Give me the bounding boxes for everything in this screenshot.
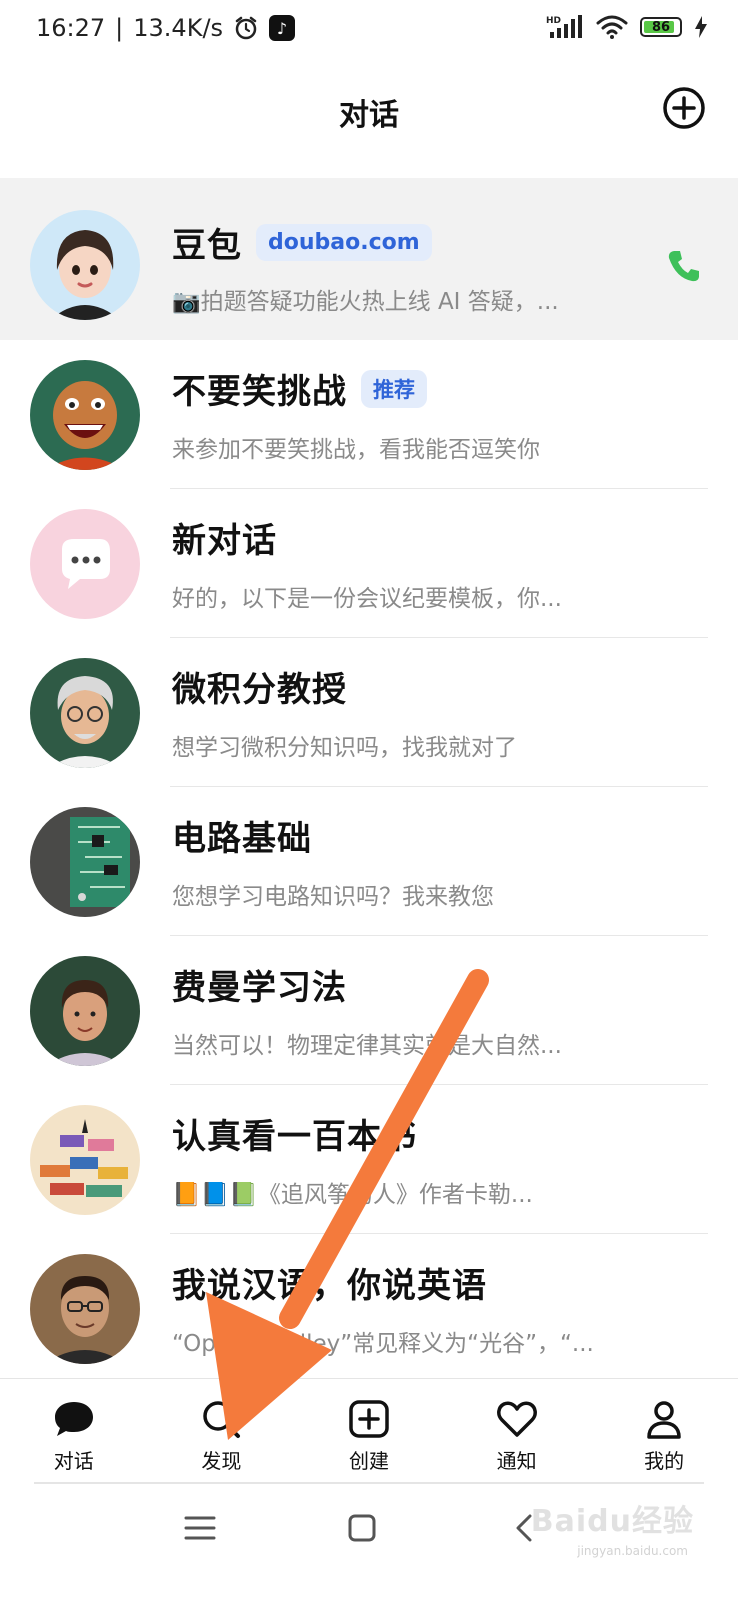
network-speed: 13.4K/s bbox=[133, 14, 224, 42]
header: 对话 bbox=[0, 64, 738, 176]
system-nav-bar: Baidu经验 jingyan.baidu.com bbox=[0, 1486, 738, 1600]
chat-row[interactable]: 不要笑挑战 推荐 来参加不要笑挑战，看我能否逗笑你 bbox=[0, 340, 738, 489]
girl-avatar bbox=[30, 210, 140, 320]
alarm-icon bbox=[235, 16, 257, 40]
circuit-board-avatar bbox=[30, 807, 140, 917]
name-line: 微积分教授 bbox=[172, 662, 347, 711]
chat-preview: 来参加不要笑挑战，看我能否逗笑你 bbox=[172, 437, 540, 463]
name-line: 电路基础 bbox=[172, 811, 312, 860]
chat-row[interactable]: 微积分教授 想学习微积分知识吗，找我就对了 bbox=[0, 638, 738, 787]
chat-name: 认真看一百本书 bbox=[172, 1117, 417, 1157]
page-title: 对话 bbox=[339, 98, 399, 133]
tab-label: 我的 bbox=[644, 1449, 685, 1473]
add-square-icon bbox=[349, 1400, 389, 1438]
chat-bubble-avatar bbox=[30, 509, 140, 619]
tiktok-icon: ♪ bbox=[269, 15, 296, 41]
tab-chat[interactable]: 对话 bbox=[0, 1379, 148, 1483]
status-left: 16:27 | 13.4K/s ♪ bbox=[36, 14, 296, 42]
menu-icon[interactable] bbox=[180, 1508, 220, 1548]
chat-row-doubao[interactable]: 豆包 doubao.com 📷拍题答疑功能火热上线 AI 答疑，... bbox=[0, 178, 738, 340]
chat-name: 不要笑挑战 bbox=[172, 372, 347, 412]
battery-level: 86 bbox=[651, 19, 671, 35]
domain-tag: doubao.com bbox=[256, 224, 432, 261]
man-glasses-avatar bbox=[30, 1254, 140, 1364]
tab-create[interactable]: 创建 bbox=[295, 1379, 443, 1483]
tab-profile[interactable]: 我的 bbox=[590, 1379, 738, 1483]
person-icon bbox=[647, 1401, 681, 1439]
plus-circle-icon[interactable] bbox=[660, 84, 708, 132]
chat-preview: 📙📘📗《追风筝的人》作者卡勒... bbox=[172, 1182, 533, 1208]
name-line: 我说汉语，你说英语 bbox=[172, 1258, 487, 1307]
tab-discover[interactable]: 发现 bbox=[148, 1379, 296, 1483]
laughing-man-avatar bbox=[30, 360, 140, 470]
name-line: 豆包 doubao.com bbox=[172, 218, 432, 267]
search-icon bbox=[203, 1401, 241, 1438]
battery-icon: 86 bbox=[640, 17, 682, 37]
name-line: 新对话 bbox=[172, 513, 277, 562]
chat-bubble-icon bbox=[54, 1402, 93, 1436]
chat-preview: 好的，以下是一份会议纪要模板，你... bbox=[172, 586, 562, 612]
recommend-tag: 推荐 bbox=[361, 369, 427, 408]
chat-name: 我说汉语，你说英语 bbox=[172, 1266, 487, 1306]
watermark-text: Baidu经验 bbox=[530, 1504, 694, 1539]
chat-name: 豆包 bbox=[172, 226, 242, 266]
chat-name: 新对话 bbox=[172, 521, 277, 561]
chat-row[interactable]: 认真看一百本书 📙📘📗《追风筝的人》作者卡勒... bbox=[0, 1085, 738, 1234]
books-avatar bbox=[30, 1105, 140, 1215]
chat-preview: 📷拍题答疑功能火热上线 AI 答疑，... bbox=[172, 289, 559, 315]
chat-preview: “Optical Valley”常见释义为“光谷”，“... bbox=[172, 1331, 594, 1357]
charging-icon bbox=[695, 16, 707, 38]
status-time: 16:27 bbox=[36, 14, 106, 42]
status-right: HD 86 bbox=[546, 14, 708, 40]
status-bar: 16:27 | 13.4K/s ♪ HD 86 bbox=[0, 0, 738, 64]
phone-icon[interactable] bbox=[666, 248, 702, 284]
home-icon[interactable] bbox=[342, 1508, 382, 1548]
name-line: 费曼学习法 bbox=[172, 960, 347, 1009]
chat-preview: 当然可以！物理定律其实就是大自然... bbox=[172, 1033, 562, 1059]
chat-row[interactable]: 新对话 好的，以下是一份会议纪要模板，你... bbox=[0, 489, 738, 638]
chat-name: 费曼学习法 bbox=[172, 968, 347, 1008]
tab-label: 创建 bbox=[348, 1449, 389, 1473]
name-line: 不要笑挑战 推荐 bbox=[172, 364, 427, 413]
chat-list: 豆包 doubao.com 📷拍题答疑功能火热上线 AI 答疑，... 不要笑挑… bbox=[0, 178, 738, 1383]
chat-row[interactable]: 我说汉语，你说英语 “Optical Valley”常见释义为“光谷”，“... bbox=[0, 1234, 738, 1383]
chat-name: 电路基础 bbox=[172, 819, 312, 859]
watermark-sub: jingyan.baidu.com bbox=[577, 1544, 688, 1558]
wifi-icon bbox=[596, 15, 628, 39]
signal-hd-label: HD bbox=[546, 16, 561, 26]
chat-name: 微积分教授 bbox=[172, 670, 347, 710]
name-line: 认真看一百本书 bbox=[172, 1109, 417, 1158]
tab-label: 发现 bbox=[201, 1449, 242, 1473]
chat-preview: 您想学习电路知识吗？我来教您 bbox=[172, 884, 494, 910]
signal-icon: HD bbox=[546, 15, 582, 38]
tab-label: 对话 bbox=[53, 1449, 94, 1473]
heart-icon bbox=[496, 1401, 537, 1437]
feynman-avatar bbox=[30, 956, 140, 1066]
status-separator: | bbox=[115, 14, 124, 42]
professor-avatar bbox=[30, 658, 140, 768]
tab-bar: 对话 发现 创建 通知 我的 bbox=[0, 1378, 738, 1483]
chat-row[interactable]: 电路基础 您想学习电路知识吗？我来教您 bbox=[0, 787, 738, 936]
tab-label: 通知 bbox=[496, 1449, 537, 1473]
chat-row[interactable]: 费曼学习法 当然可以！物理定律其实就是大自然... bbox=[0, 936, 738, 1085]
tab-notifications[interactable]: 通知 bbox=[443, 1379, 591, 1483]
tab-divider bbox=[34, 1482, 704, 1484]
chat-preview: 想学习微积分知识吗，找我就对了 bbox=[172, 735, 517, 761]
